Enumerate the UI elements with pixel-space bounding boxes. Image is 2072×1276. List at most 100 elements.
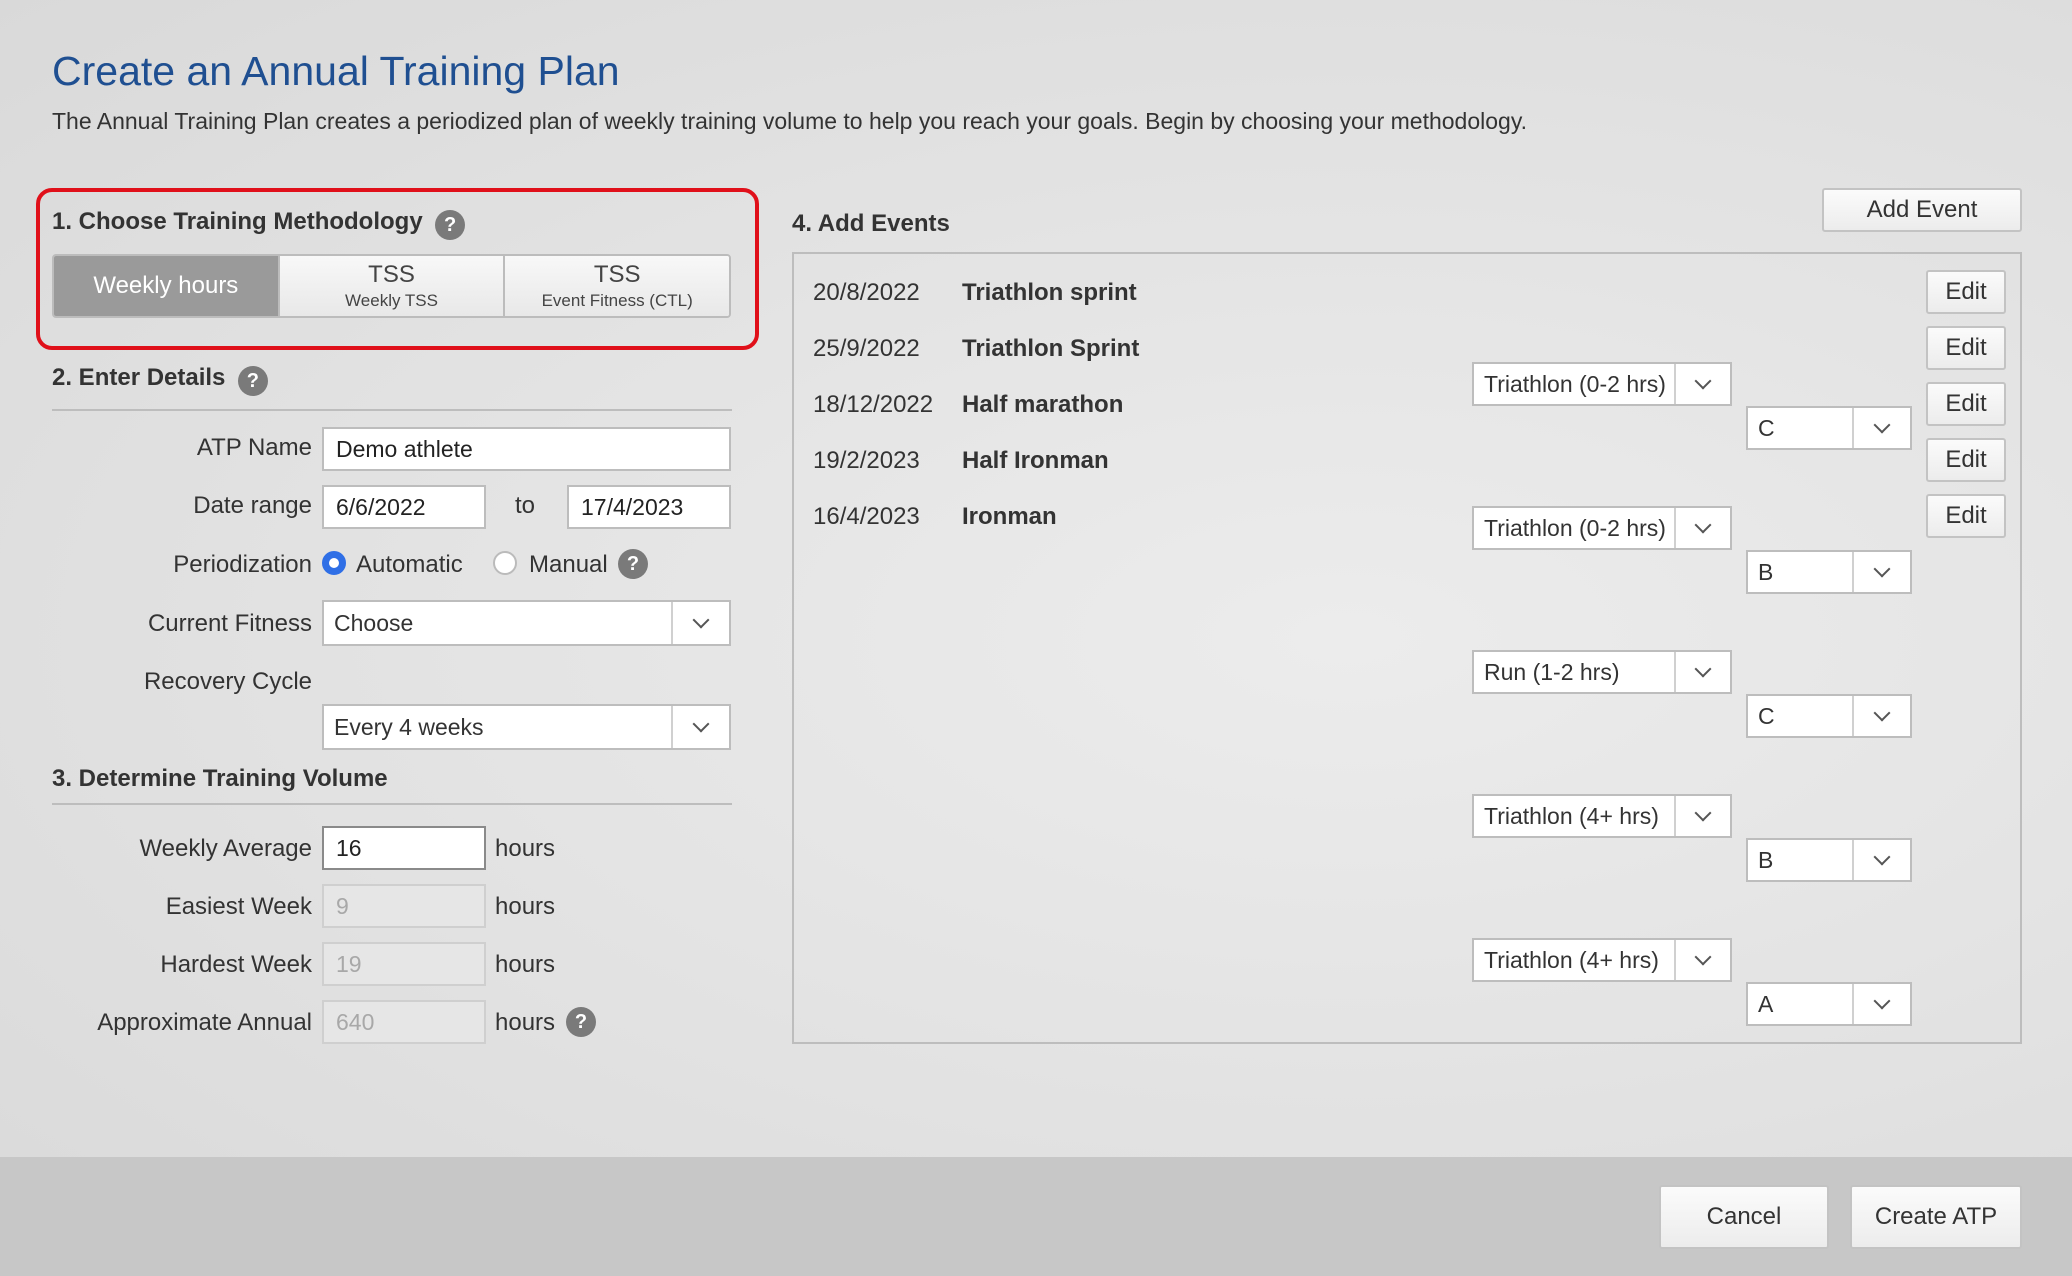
methodology-segmented-control: Weekly hours TSS Weekly TSS TSS Event Fi… [52,254,731,318]
event-type-select[interactable]: Triathlon (4+ hrs) [1472,794,1732,838]
divider [52,409,732,411]
edit-event-button[interactable]: Edit [1926,494,2006,538]
chevron-down-icon [671,706,729,748]
event-priority-value: C [1758,414,1775,441]
hardest-week-input: 19 [322,942,486,986]
event-priority-value: A [1758,990,1774,1017]
event-priority-value: B [1758,558,1774,585]
hours-unit: hours [495,1009,556,1036]
divider [52,803,732,805]
event-type-value: Triathlon (4+ hrs) [1484,946,1659,973]
create-atp-button[interactable]: Create ATP [1850,1185,2022,1249]
hardest-week-label: Hardest Week [160,951,312,978]
periodization-label: Periodization [173,551,312,578]
event-priority-select[interactable]: B [1746,838,1912,882]
event-priority-select[interactable]: B [1746,550,1912,594]
details-heading-row: 2. Enter Details ? [52,364,268,396]
segment-label: Weekly hours [93,272,239,299]
date-to-input[interactable]: 17/4/2023 [567,485,731,529]
page-subtitle: The Annual Training Plan creates a perio… [52,108,1528,134]
volume-heading: 3. Determine Training Volume [52,765,388,792]
chevron-down-icon [1674,364,1730,404]
current-fitness-label: Current Fitness [147,610,312,637]
periodization-automatic-label: Automatic [356,551,463,578]
event-name[interactable]: Ironman [962,503,1057,531]
event-type-value: Run (1-2 hrs) [1484,658,1620,685]
chevron-down-icon [1852,552,1910,592]
methodology-weekly-hours[interactable]: Weekly hours [54,256,280,316]
atp-name-label: ATP Name [196,434,312,461]
hours-unit: hours [495,951,556,978]
event-type-value: Triathlon (0-2 hrs) [1484,514,1666,541]
event-name[interactable]: Half Ironman [962,447,1109,475]
event-name[interactable]: Triathlon Sprint [962,335,1139,363]
edit-event-button[interactable]: Edit [1926,438,2006,482]
segment-sublabel: Weekly TSS [345,291,438,310]
chevron-down-icon [1852,984,1910,1024]
segment-sublabel: Event Fitness (CTL) [541,291,693,310]
help-icon[interactable]: ? [618,549,648,579]
hours-unit: hours [495,835,556,862]
event-date: 16/4/2023 [813,503,920,530]
weekly-average-input[interactable]: 16 [322,826,486,870]
cancel-button[interactable]: Cancel [1659,1185,1829,1249]
current-fitness-value: Choose [334,609,414,636]
edit-event-button[interactable]: Edit [1926,382,2006,426]
add-event-button[interactable]: Add Event [1822,188,2022,232]
event-type-value: Triathlon (4+ hrs) [1484,802,1659,829]
approx-annual-input: 640 [322,1000,486,1044]
chevron-down-icon [1674,796,1730,836]
methodology-weekly-tss[interactable]: TSS Weekly TSS [279,256,506,316]
date-to-label: to [515,492,536,519]
event-name[interactable]: Triathlon sprint [962,279,1137,307]
chevron-down-icon [1852,696,1910,736]
approx-annual-label: Approximate Annual [97,1009,312,1036]
event-name[interactable]: Half marathon [962,391,1123,419]
chevron-down-icon [1852,840,1910,880]
help-icon[interactable]: ? [237,365,268,396]
chevron-down-icon [1674,508,1730,548]
easiest-week-input: 9 [322,884,486,928]
date-from-input[interactable]: 6/6/2022 [322,485,486,529]
recovery-cycle-label: Recovery Cycle [143,668,312,695]
event-type-select[interactable]: Triathlon (4+ hrs) [1472,938,1732,982]
event-priority-select[interactable]: C [1746,406,1912,450]
atp-name-input[interactable]: Demo athlete [322,427,731,471]
page-title: Create an Annual Training Plan [52,48,620,94]
event-type-value: Triathlon (0-2 hrs) [1484,370,1666,397]
event-date: 25/9/2022 [813,335,920,362]
event-priority-value: B [1758,846,1774,873]
methodology-event-fitness[interactable]: TSS Event Fitness (CTL) [505,256,729,316]
recovery-cycle-select[interactable]: Every 4 weeks [322,704,731,750]
periodization-automatic-radio[interactable] [322,551,346,575]
easiest-week-label: Easiest Week [165,893,312,920]
event-priority-select[interactable]: C [1746,694,1912,738]
chevron-down-icon [671,602,729,644]
event-type-select[interactable]: Triathlon (0-2 hrs) [1472,362,1732,406]
event-priority-value: C [1758,702,1775,729]
segment-label: TSS [593,261,641,288]
event-type-select[interactable]: Triathlon (0-2 hrs) [1472,506,1732,550]
chevron-down-icon [1852,408,1910,448]
event-date: 20/8/2022 [813,279,920,306]
edit-event-button[interactable]: Edit [1926,326,2006,370]
event-date: 18/12/2022 [813,391,934,418]
help-icon[interactable]: ? [566,1007,596,1037]
current-fitness-select[interactable]: Choose [322,600,731,646]
segment-label: TSS [368,261,415,288]
events-list [792,252,2022,1044]
edit-event-button[interactable]: Edit [1926,270,2006,314]
events-heading: 4. Add Events [792,210,950,237]
hours-unit: hours [495,893,556,920]
chevron-down-icon [1674,652,1730,692]
event-row: 20/8/2022 Triathlon sprint Triathlon (0-… [0,92,2072,450]
weekly-average-label: Weekly Average [139,835,312,862]
periodization-manual-radio[interactable] [493,551,517,575]
chevron-down-icon [1674,940,1730,980]
event-priority-select[interactable]: A [1746,982,1912,1026]
event-type-select[interactable]: Run (1-2 hrs) [1472,650,1732,694]
recovery-cycle-value: Every 4 weeks [334,713,484,740]
date-range-label: Date range [193,492,312,519]
periodization-manual-label: Manual [529,551,608,578]
details-heading: 2. Enter Details [52,364,226,391]
